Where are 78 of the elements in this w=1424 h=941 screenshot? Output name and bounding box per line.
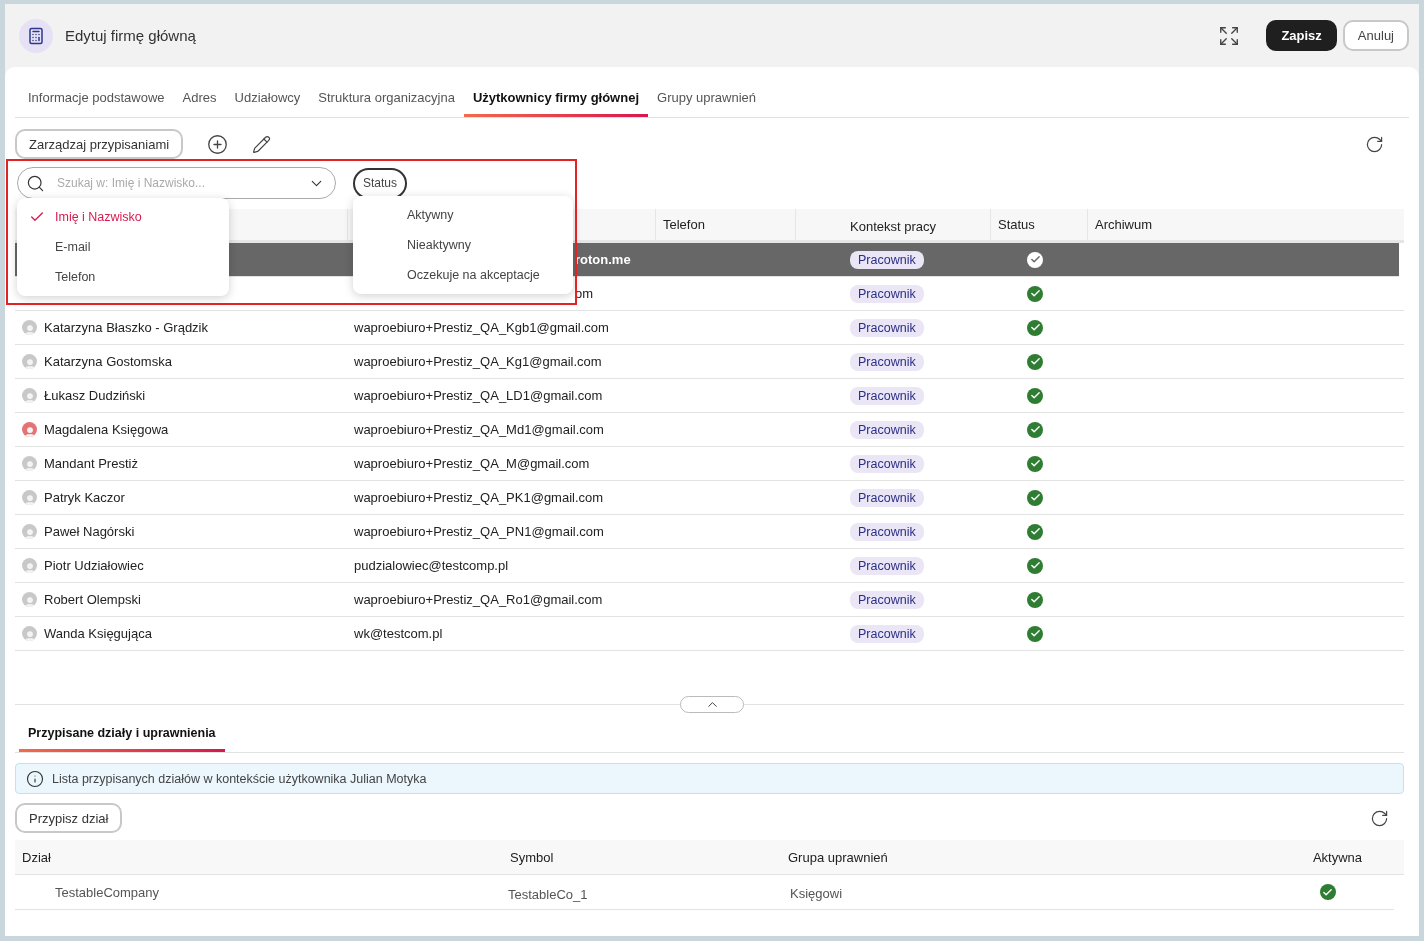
department-name: TestableCompany (55, 884, 160, 900)
refresh-icon[interactable] (1365, 134, 1384, 154)
table-row[interactable]: Wanda Księgująca wk@testcom.pl Pracownik (15, 617, 1404, 651)
tab[interactable]: Informacje podstawowe (19, 81, 174, 117)
department-symbol: TestableCo_1 (508, 886, 588, 902)
assign-department-button[interactable]: Przypisz dział (15, 803, 123, 833)
context-badge: Pracownik (850, 454, 924, 473)
window-title: Edytuj firmę główną (65, 27, 197, 44)
user-email: waproebiuro+Prestiz_QA_Kg1@gmail.com (354, 354, 602, 369)
context-badge: Pracownik (850, 250, 924, 269)
context-badge: Pracownik (850, 522, 924, 541)
context-badge: Pracownik (850, 420, 924, 439)
context-badge: Pracownik (850, 386, 924, 405)
user-email: waproebiuro+Prestiz_QA_Kgb1@gmail.com (354, 320, 609, 335)
cancel-button[interactable]: Anuluj (1342, 20, 1409, 51)
user-email: wk@testcom.pl (354, 626, 443, 641)
menu-item[interactable]: Aktywny (353, 200, 573, 230)
context-badge: Pracownik (850, 318, 924, 337)
context-badge: Pracownik (850, 284, 924, 303)
pencil-icon[interactable] (252, 134, 272, 154)
table-row[interactable]: Łukasz Dudziński waproebiuro+Prestiz_QA_LD1@gmail.com Pracownik (15, 379, 1404, 413)
column-header: Kontekst pracy (850, 219, 936, 234)
column-header: Grupa uprawnień (788, 849, 888, 865)
manage-assignments-button[interactable]: Zarządzaj przypisaniami (15, 129, 184, 159)
app-logo-icon (19, 18, 53, 53)
search-icon (26, 173, 45, 193)
table-row[interactable]: Robert Olempski waproebiuro+Prestiz_QA_Ro1@gmail.com Pracownik (15, 583, 1404, 617)
user-name: Paweł Nagórski (44, 524, 135, 539)
user-name: Łukasz Dudziński (44, 388, 146, 403)
column-header: Dział (22, 849, 51, 865)
table-row[interactable]: Magdalena Księgowa waproebiuro+Prestiz_QA_Md1@gmail.com Pracownik (15, 413, 1404, 447)
table-row[interactable]: Paweł Nagórski waproebiuro+Prestiz_QA_PN1@gmail.com Pracownik (15, 515, 1404, 549)
user-email: waproebiuro+Prestiz_QA_PK1@gmail.com (354, 490, 604, 505)
tab[interactable]: Grupy uprawnień (648, 81, 766, 117)
add-icon[interactable] (207, 133, 229, 155)
context-badge: Pracownik (850, 556, 924, 575)
user-name: Robert Olempski (44, 592, 141, 607)
tab[interactable]: Użytkownicy firmy głównej (463, 81, 649, 117)
table-row[interactable]: Patryk Kaczor waproebiuro+Prestiz_QA_PK1@gmail.com Pracownik (15, 481, 1404, 515)
user-email: pudzialowiec@testcomp.pl (354, 558, 509, 573)
table-row[interactable]: Katarzyna Gostomska waproebiuro+Prestiz_QA_Kg1@gmail.com Pracownik (15, 345, 1404, 379)
expand-icon[interactable] (1218, 24, 1241, 47)
column-header: Archiwum (1095, 217, 1153, 232)
user-email: roton.me (575, 252, 631, 267)
tab[interactable]: Przypisane działy i uprawnienia (19, 717, 225, 752)
user-name: Mandant Prestiż (44, 456, 138, 471)
column-header: Telefon (663, 217, 705, 232)
context-badge: Pracownik (850, 352, 924, 371)
table-row[interactable]: Piotr Udziałowiec pudzialowiec@testcomp.pl Pracownik (15, 549, 1404, 583)
user-name: Wanda Księgująca (44, 626, 152, 641)
user-email: waproebiuro+Prestiz_QA_Ro1@gmail.com (354, 592, 603, 607)
tab[interactable]: Adres (173, 81, 226, 117)
user-email: waproebiuro+Prestiz_QA_Md1@gmail.com (354, 422, 604, 437)
menu-item[interactable]: Imię i Nazwisko (17, 202, 229, 232)
save-button[interactable]: Zapisz (1266, 20, 1337, 51)
context-badge: Pracownik (850, 590, 924, 609)
user-name: Katarzyna Gostomska (44, 354, 172, 369)
refresh-icon[interactable] (1370, 808, 1389, 828)
tab[interactable]: Udziałowcy (225, 81, 310, 117)
user-email: waproebiuro+Prestiz_QA_PN1@gmail.com (354, 524, 604, 539)
user-name: Magdalena Księgowa (44, 422, 169, 437)
context-badge: Pracownik (850, 488, 924, 507)
user-name: Piotr Udziałowiec (44, 558, 144, 573)
status-filter-button[interactable]: Status (353, 167, 408, 199)
column-header: Aktywna (1312, 849, 1363, 865)
context-badge: Pracownik (850, 624, 924, 643)
user-email: waproebiuro+Prestiz_QA_M@gmail.com (354, 456, 590, 471)
tab[interactable]: Struktura organizacyjna (309, 81, 464, 117)
permission-group: Księgowi (790, 886, 843, 901)
user-name: Patryk Kaczor (44, 490, 125, 505)
table-row[interactable]: Mandant Prestiż waproebiuro+Prestiz_QA_M@gmail.com Pracownik (15, 447, 1404, 481)
column-header: Symbol (510, 849, 554, 865)
info-icon (26, 769, 44, 788)
user-email: waproebiuro+Prestiz_QA_LD1@gmail.com (354, 388, 603, 403)
user-name: Katarzyna Błaszko - Grądzik (44, 320, 208, 335)
column-header: Status (998, 217, 1035, 232)
info-text: Lista przypisanych działów w kontekście użytkownika Julian Motyka (52, 771, 427, 786)
table-row[interactable]: Katarzyna Błaszko - Grądzik waproebiuro+Prestiz_QA_Kgb1@gmail.com Pracownik (15, 311, 1404, 345)
